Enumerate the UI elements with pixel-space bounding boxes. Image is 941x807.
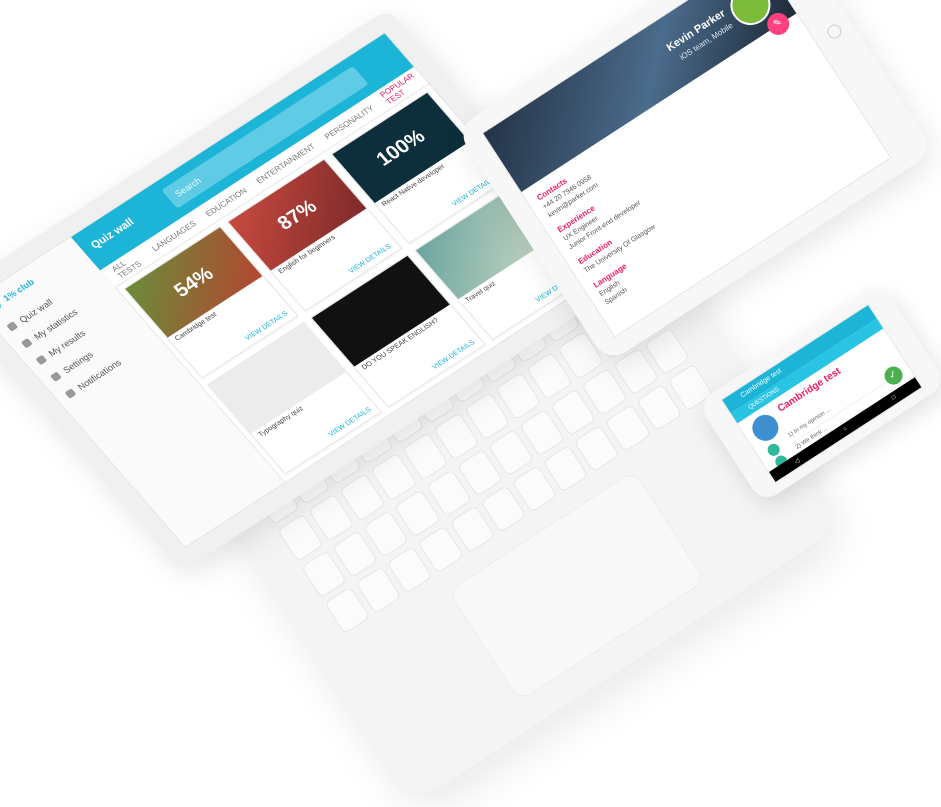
card-percent: 100% — [371, 125, 430, 170]
back-icon[interactable]: ◁ — [793, 457, 801, 466]
home-icon[interactable]: ○ — [842, 426, 848, 433]
home-button[interactable] — [824, 21, 845, 42]
bell-icon — [64, 388, 77, 399]
view-details-link[interactable]: VIEW DETAILS — [431, 339, 476, 371]
page-title: Quiz wall — [88, 216, 137, 252]
gear-icon — [49, 371, 62, 382]
card-percent: 54% — [169, 262, 218, 302]
check-icon: ✓ — [886, 368, 900, 383]
phone-screen: Cambridge test QUESTIONS Cambridge test … — [720, 303, 923, 484]
edit-icon: ✎ — [771, 16, 785, 31]
brand-name: 1% club — [1, 276, 37, 304]
avatar — [747, 409, 784, 446]
grid-icon — [6, 321, 19, 332]
list-icon — [35, 354, 48, 366]
profile-hero: Kevin Parker iOS team, Mobile — [483, 0, 797, 192]
brand-logo-icon — [0, 298, 4, 314]
chart-icon — [20, 337, 33, 349]
recents-icon[interactable]: □ — [891, 394, 897, 401]
card-percent: 87% — [272, 195, 322, 235]
view-details-link[interactable]: VIEW DETAILS — [328, 406, 373, 438]
